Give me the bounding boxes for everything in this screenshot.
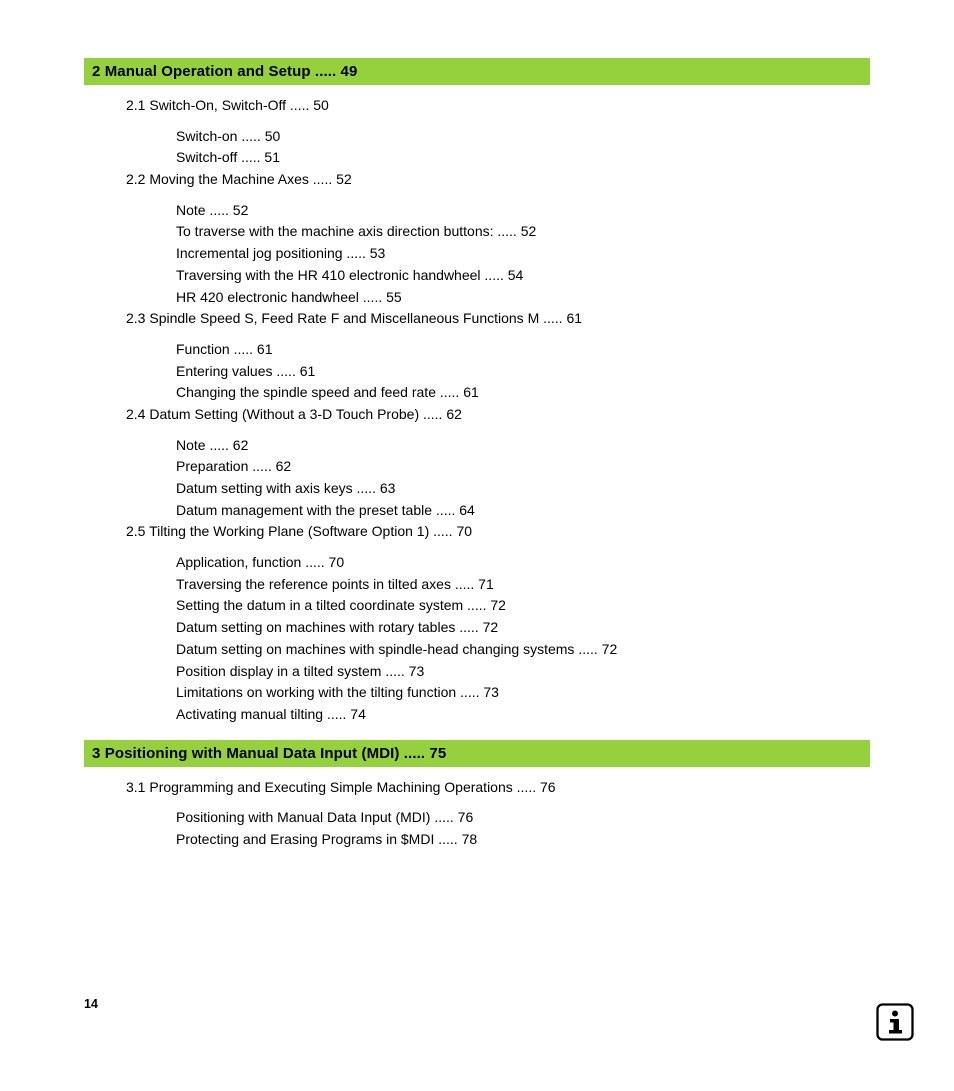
subsection-children: Switch-on ..... 50Switch-off ..... 51 [126, 126, 870, 169]
subsection-children: Note ..... 62Preparation ..... 62Datum s… [126, 435, 870, 522]
toc-entry[interactable]: Note ..... 52 [176, 200, 870, 222]
toc-entry[interactable]: Changing the spindle speed and feed rate… [176, 382, 870, 404]
toc-entry[interactable]: HR 420 electronic handwheel ..... 55 [176, 287, 870, 309]
subsection-children: Function ..... 61Entering values ..... 6… [126, 339, 870, 404]
toc-entry[interactable]: Switch-on ..... 50 [176, 126, 870, 148]
subsection-heading[interactable]: 2.5 Tilting the Working Plane (Software … [126, 521, 870, 543]
subsection-heading[interactable]: 2.3 Spindle Speed S, Feed Rate F and Mis… [126, 308, 870, 330]
toc-entry[interactable]: Activating manual tilting ..... 74 [176, 704, 870, 726]
subsection-heading[interactable]: 2.1 Switch-On, Switch-Off ..... 50 [126, 95, 870, 117]
toc-entry[interactable]: Application, function ..... 70 [176, 552, 870, 574]
toc-entry[interactable]: Datum setting with axis keys ..... 63 [176, 478, 870, 500]
toc-entry[interactable]: Position display in a tilted system ....… [176, 661, 870, 683]
toc-entry[interactable]: Function ..... 61 [176, 339, 870, 361]
toc-entry[interactable]: Protecting and Erasing Programs in $MDI … [176, 829, 870, 851]
toc-entry[interactable]: Setting the datum in a tilted coordinate… [176, 595, 870, 617]
toc-entry[interactable]: Traversing with the HR 410 electronic ha… [176, 265, 870, 287]
toc-entry[interactable]: Incremental jog positioning ..... 53 [176, 243, 870, 265]
toc-entry[interactable]: Datum setting on machines with spindle-h… [176, 639, 870, 661]
section-body: 2.1 Switch-On, Switch-Off ..... 50 Switch… [84, 95, 870, 726]
page-number: 14 [84, 997, 98, 1011]
toc-entry[interactable]: To traverse with the machine axis direct… [176, 221, 870, 243]
section-body: 3.1 Programming and Executing Simple Mac… [84, 777, 870, 851]
subsection-heading[interactable]: 2.4 Datum Setting (Without a 3-D Touch P… [126, 404, 870, 426]
subsection-children: Application, function ..... 70Traversing… [126, 552, 870, 726]
subsection-children: Positioning with Manual Data Input (MDI)… [126, 807, 870, 850]
section-heading[interactable]: 3 Positioning with Manual Data Input (MD… [84, 740, 870, 767]
subsection-heading[interactable]: 2.2 Moving the Machine Axes ..... 52 [126, 169, 870, 191]
toc-entry[interactable]: Note ..... 62 [176, 435, 870, 457]
toc-entry[interactable]: Traversing the reference points in tilte… [176, 574, 870, 596]
subsection-heading[interactable]: 3.1 Programming and Executing Simple Mac… [126, 777, 870, 799]
subsection-children: Note ..... 52To traverse with the machin… [126, 200, 870, 308]
toc-entry[interactable]: Preparation ..... 62 [176, 456, 870, 478]
toc-entry[interactable]: Entering values ..... 61 [176, 361, 870, 383]
toc-entry[interactable]: Switch-off ..... 51 [176, 147, 870, 169]
toc-entry[interactable]: Limitations on working with the tilting … [176, 682, 870, 704]
toc-entry[interactable]: Positioning with Manual Data Input (MDI)… [176, 807, 870, 829]
toc-entry[interactable]: Datum management with the preset table .… [176, 500, 870, 522]
info-icon [876, 1003, 914, 1041]
toc-content: 2 Manual Operation and Setup ..... 49 2.1… [0, 58, 954, 851]
section-heading[interactable]: 2 Manual Operation and Setup ..... 49 [84, 58, 870, 85]
toc-entry[interactable]: Datum setting on machines with rotary ta… [176, 617, 870, 639]
